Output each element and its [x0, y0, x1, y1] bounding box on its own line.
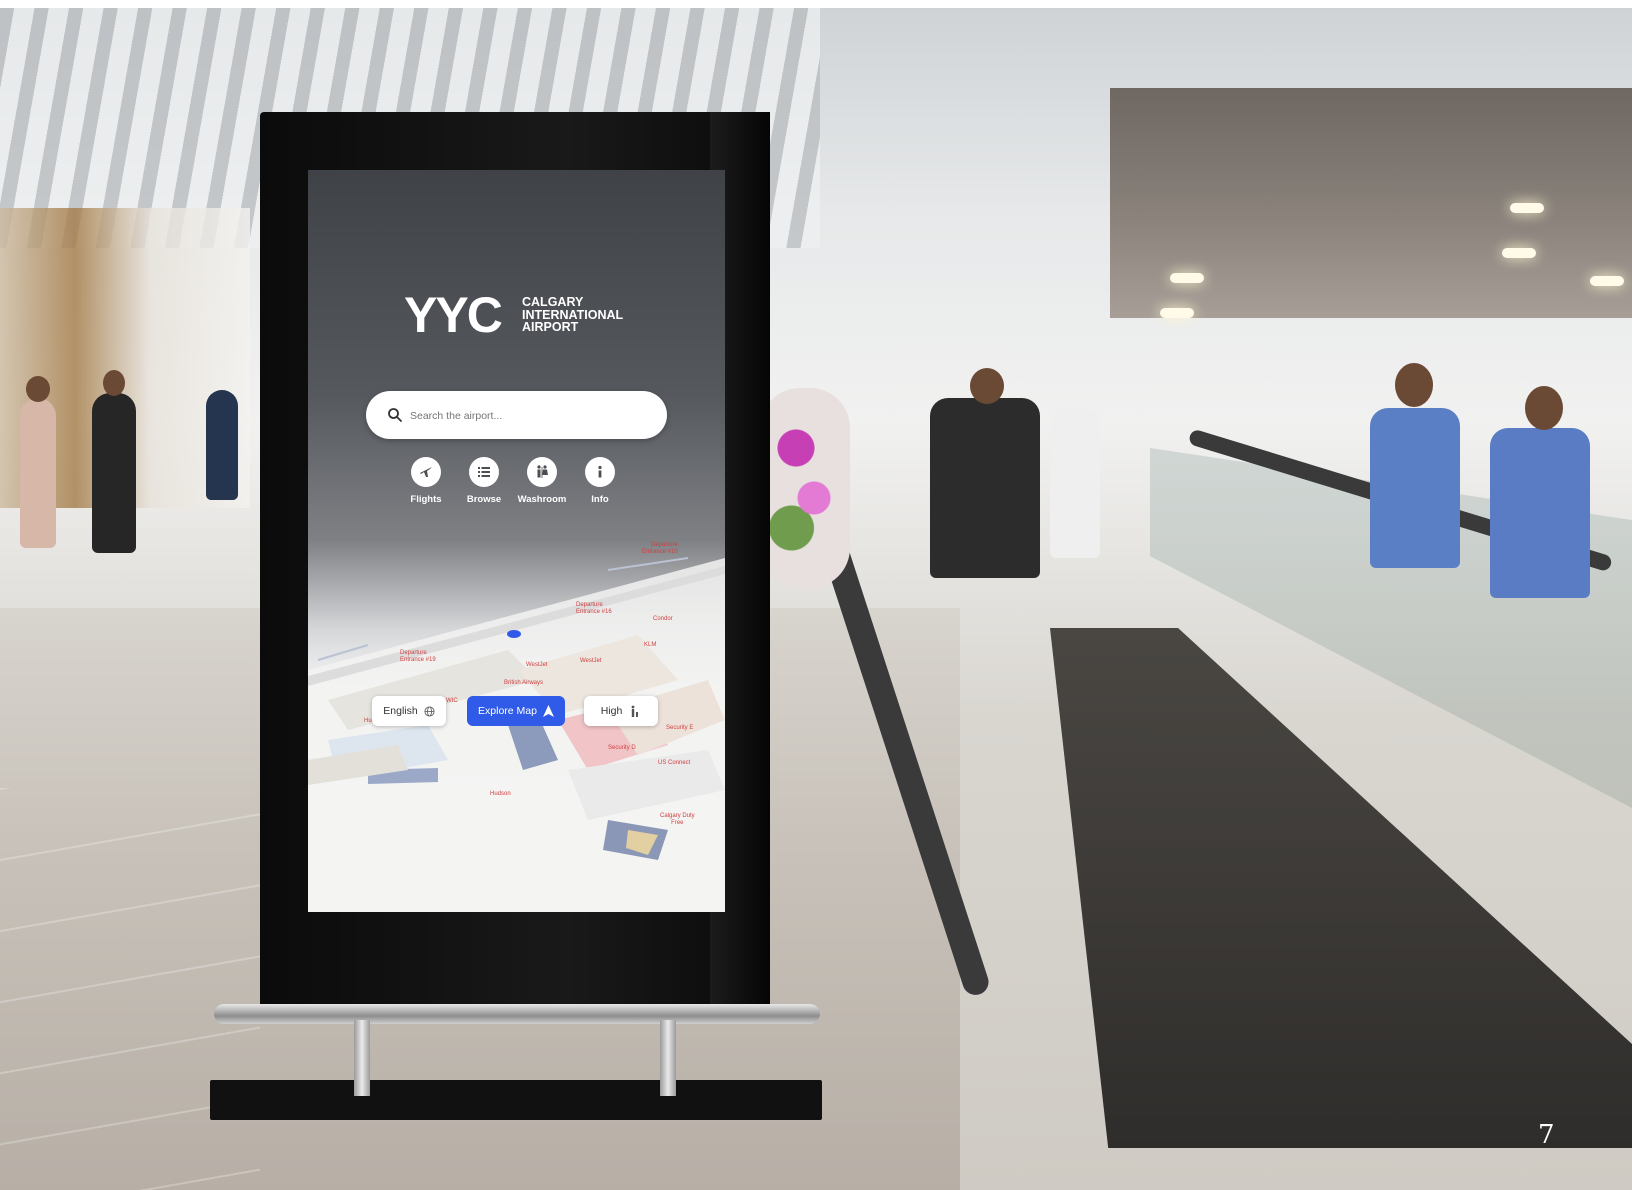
floor-reflection	[0, 788, 260, 1190]
traveler-head	[103, 370, 125, 396]
page-number: 7	[1538, 1120, 1555, 1150]
map-label-hudson: Hudson	[490, 791, 511, 797]
globe-icon	[424, 705, 435, 717]
map-label-klm: KLM	[644, 642, 657, 648]
ceiling-soffit	[1110, 88, 1632, 318]
traveler-head	[26, 376, 50, 402]
quick-action-browse[interactable]: Browse	[452, 457, 516, 505]
search-input[interactable]	[408, 391, 652, 441]
navigation-arrow-icon	[542, 705, 554, 717]
kiosk-base	[210, 1080, 822, 1120]
map-label-departure-16: Departure Entrance #16	[576, 602, 612, 615]
staff-member	[1490, 428, 1590, 598]
search-icon	[388, 408, 402, 422]
accessibility-icon	[631, 705, 639, 717]
map-label-security-e: Security E	[666, 725, 694, 731]
map-label-wic: WIC	[446, 698, 458, 704]
traveler	[206, 390, 238, 500]
contrast-button[interactable]: High	[584, 696, 658, 726]
kiosk-leg	[660, 1020, 676, 1096]
contrast-label: High	[600, 705, 623, 717]
plane-icon	[420, 467, 432, 477]
washroom-label: Washroom	[517, 494, 567, 505]
logo-line-3: AIRPORT	[522, 320, 579, 334]
quick-action-flights[interactable]: Flights	[394, 457, 458, 505]
flights-button[interactable]	[411, 457, 441, 487]
yyc-logo: YYC CALGARY INTERNATIONAL AIRPORT	[404, 290, 644, 340]
logo-line-1: CALGARY	[522, 295, 584, 309]
explore-map-button[interactable]: Explore Map	[467, 696, 565, 726]
map-label-westjet: WestJet	[580, 658, 602, 664]
quick-action-washroom[interactable]: Washroom	[510, 457, 574, 505]
map-label-us-connect: US Connect	[658, 760, 691, 766]
kiosk-foot-rail	[214, 1004, 820, 1024]
map-label-condor: Condor	[653, 616, 673, 622]
kiosk-screen: YYC CALGARY INTERNATIONAL AIRPORT Flight…	[308, 170, 725, 912]
ceiling-light	[1590, 276, 1624, 286]
staff-head	[1395, 363, 1433, 407]
language-button[interactable]: English	[372, 696, 446, 726]
washroom-button[interactable]	[527, 457, 557, 487]
traveler	[930, 398, 1040, 578]
flower-planter	[760, 388, 850, 588]
washroom-icon	[537, 465, 548, 478]
list-icon	[478, 467, 490, 477]
map-label-duty-free: Calgary Duty Free	[660, 813, 695, 826]
map-label-british-airways: British Airways	[504, 680, 544, 686]
info-button[interactable]	[585, 457, 615, 487]
search-bar[interactable]	[366, 391, 667, 441]
quick-action-info[interactable]: Info	[568, 457, 632, 505]
explore-map-label: Explore Map	[478, 705, 537, 717]
traveler	[1050, 408, 1100, 558]
map-label-security-d: Security D	[608, 745, 636, 751]
traveler	[92, 393, 136, 553]
map-label-departure-19: Departure Entrance #19	[400, 650, 436, 663]
map-label-departure-10: Departure Entrance #10	[642, 542, 678, 555]
logo-mark: YYC	[404, 287, 503, 343]
staff-head	[1525, 386, 1563, 430]
traveler-head	[970, 368, 1004, 404]
browse-button[interactable]	[469, 457, 499, 487]
ceiling-light	[1510, 203, 1544, 213]
map-label-westjet: WestJet	[526, 662, 548, 668]
language-label: English	[383, 705, 418, 717]
staff-member	[1370, 408, 1460, 568]
traveler	[20, 398, 56, 548]
kiosk-leg	[354, 1020, 370, 1096]
ceiling-light	[1170, 273, 1204, 283]
ceiling-light	[1160, 308, 1194, 318]
logo-wordmark: CALGARY INTERNATIONAL AIRPORT	[522, 296, 623, 334]
info-icon	[598, 465, 602, 478]
info-label: Info	[591, 494, 609, 505]
flights-label: Flights	[410, 494, 442, 505]
ceiling-light	[1502, 248, 1536, 258]
browse-label: Browse	[466, 494, 502, 505]
